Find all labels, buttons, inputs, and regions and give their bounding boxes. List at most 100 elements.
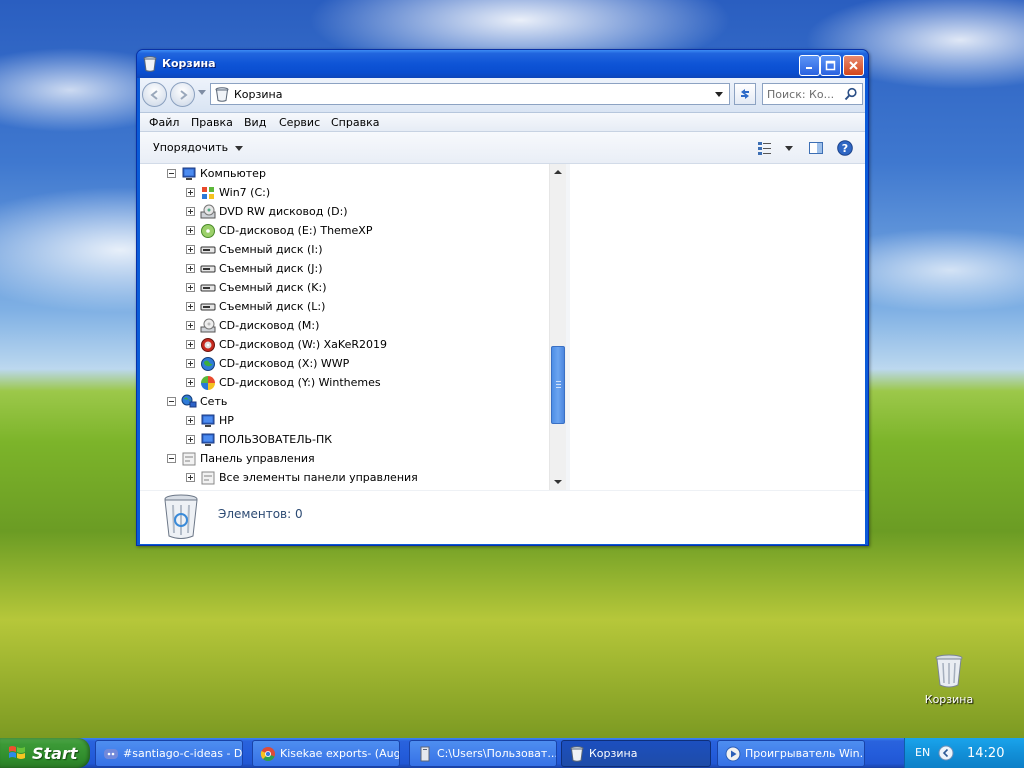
- window-titlebar[interactable]: Корзина: [137, 50, 868, 78]
- minimize-button[interactable]: [799, 55, 820, 76]
- tree-item-drive-m[interactable]: CD-дисковод (M:): [186, 316, 319, 335]
- menu-tools[interactable]: Сервис: [279, 116, 320, 129]
- tree-item-drive-y[interactable]: CD-дисковод (Y:) Winthemes: [186, 373, 381, 392]
- cd-drive-icon: [201, 223, 215, 238]
- tree-item-drive-e[interactable]: CD-дисковод (E:) ThemeXP: [186, 221, 372, 240]
- taskbar-button-folder[interactable]: C:\Users\Пользоват...: [409, 740, 557, 767]
- recycle-bin-icon: [570, 745, 584, 762]
- search-input[interactable]: [767, 87, 841, 101]
- organize-button[interactable]: Упорядочить: [153, 141, 228, 154]
- windows-drive-icon: [202, 186, 214, 199]
- menu-edit[interactable]: Правка: [191, 116, 233, 129]
- view-options-icon[interactable]: [757, 140, 773, 156]
- tree-item-drive-d[interactable]: DVD RW дисковод (D:): [186, 202, 348, 221]
- expand-toggle[interactable]: [186, 283, 195, 292]
- recent-pages-chevron-icon[interactable]: [198, 90, 206, 95]
- language-indicator[interactable]: EN: [915, 746, 930, 759]
- tree-item-drive-w[interactable]: CD-дисковод (W:) XaKeR2019: [186, 335, 387, 354]
- collapse-toggle[interactable]: [167, 397, 176, 406]
- system-tray: EN 14:20: [904, 738, 1024, 768]
- windows-logo-icon: [9, 746, 25, 759]
- expand-toggle[interactable]: [186, 302, 195, 311]
- expand-toggle[interactable]: [186, 435, 195, 444]
- recycle-bin-icon: [143, 56, 157, 72]
- computer-icon: [182, 167, 196, 180]
- taskbar-button-discord[interactable]: #santiago-c-ideas - Di...: [95, 740, 243, 767]
- back-button[interactable]: [142, 82, 167, 107]
- close-icon: [849, 61, 858, 70]
- tree-item-drive-i[interactable]: Съемный диск (I:): [186, 240, 323, 259]
- arrow-right-icon: [179, 89, 188, 100]
- organize-dropdown-icon[interactable]: [235, 146, 243, 151]
- tree-item-hp[interactable]: HP: [186, 411, 234, 430]
- search-box: [762, 83, 863, 105]
- expand-toggle[interactable]: [186, 378, 195, 387]
- desktop-icon-label: Корзина: [924, 693, 974, 706]
- arrow-up-icon: [554, 170, 562, 174]
- expand-toggle[interactable]: [186, 473, 195, 482]
- preview-pane-icon[interactable]: [808, 140, 824, 156]
- menu-bar: Файл Правка Вид Сервис Справка: [140, 113, 865, 132]
- menu-view[interactable]: Вид: [244, 116, 266, 129]
- view-options-dropdown-icon[interactable]: [785, 146, 793, 151]
- address-field[interactable]: Корзина: [210, 83, 730, 105]
- expand-toggle[interactable]: [186, 207, 195, 216]
- file-list-pane[interactable]: [570, 164, 865, 490]
- clock[interactable]: 14:20: [967, 746, 1004, 761]
- tree-item-drive-x[interactable]: CD-дисковод (X:) WWP: [186, 354, 349, 373]
- tree-item-network[interactable]: Сеть: [167, 392, 227, 411]
- help-icon[interactable]: ?: [837, 140, 853, 156]
- expand-toggle[interactable]: [186, 321, 195, 330]
- expand-toggle[interactable]: [186, 359, 195, 368]
- expand-toggle[interactable]: [186, 226, 195, 235]
- scroll-up-button[interactable]: [550, 164, 566, 180]
- taskbar-button-recycle-bin[interactable]: Корзина: [561, 740, 711, 767]
- tree-item-drive-j[interactable]: Съемный диск (J:): [186, 259, 323, 278]
- tree-item-user-pc[interactable]: ПОЛЬЗОВАТЕЛЬ-ПК: [186, 430, 332, 449]
- tree-item-drive-l[interactable]: Съемный диск (L:): [186, 297, 325, 316]
- tree-item-control-panel[interactable]: Панель управления: [167, 449, 315, 468]
- navigation-tree: Компьютер Win7 (C:) DVD RW дисковод (D:)…: [140, 164, 566, 490]
- recycle-bin-icon: [215, 87, 229, 102]
- taskbar-button-media-player[interactable]: Проигрыватель Win...: [717, 740, 865, 767]
- forward-button[interactable]: [170, 82, 195, 107]
- tree-item-computer[interactable]: Компьютер: [167, 164, 266, 183]
- recycle-bin-icon: [164, 494, 198, 539]
- globe-disc-icon: [201, 356, 215, 371]
- menu-file[interactable]: Файл: [149, 116, 179, 129]
- scroll-thumb[interactable]: [551, 346, 565, 424]
- minimize-icon: [806, 67, 812, 69]
- scroll-down-button[interactable]: [550, 474, 566, 490]
- desktop-recycle-bin[interactable]: Корзина: [920, 654, 978, 706]
- cd-drive-icon: [200, 318, 216, 332]
- close-button[interactable]: [843, 55, 864, 76]
- tree-scrollbar[interactable]: [549, 164, 566, 490]
- expand-toggle[interactable]: [186, 264, 195, 273]
- removable-drive-icon: [200, 284, 216, 291]
- collapse-toggle[interactable]: [167, 454, 176, 463]
- maximize-button[interactable]: [820, 55, 841, 76]
- tree-item-drive-c[interactable]: Win7 (C:): [186, 183, 270, 202]
- details-pane: Элементов: 0: [140, 490, 865, 544]
- menu-help[interactable]: Справка: [331, 116, 379, 129]
- maximize-icon: [825, 60, 836, 71]
- taskbar-button-chrome[interactable]: Kisekae exports- (Aug...: [252, 740, 400, 767]
- tree-item-drive-k[interactable]: Съемный диск (K:): [186, 278, 327, 297]
- tree-item-all-control-panel[interactable]: Все элементы панели управления: [186, 468, 418, 487]
- search-icon[interactable]: [844, 87, 858, 101]
- expand-toggle[interactable]: [186, 188, 195, 197]
- expand-toggle[interactable]: [186, 245, 195, 254]
- svg-text:?: ?: [842, 142, 848, 155]
- media-player-icon: [725, 746, 741, 761]
- refresh-button[interactable]: [734, 83, 756, 105]
- expand-toggle[interactable]: [186, 416, 195, 425]
- collapse-toggle[interactable]: [167, 169, 176, 178]
- address-dropdown-icon[interactable]: [715, 92, 723, 97]
- refresh-icon: [741, 89, 749, 99]
- expand-toggle[interactable]: [186, 340, 195, 349]
- window-title: Корзина: [162, 57, 216, 70]
- show-hidden-icons-icon[interactable]: [938, 745, 954, 761]
- window-content: Корзина Файл Правка Вид Сервис Справка У…: [140, 78, 865, 544]
- start-button[interactable]: Start: [0, 738, 90, 768]
- control-panel-icon: [201, 471, 215, 484]
